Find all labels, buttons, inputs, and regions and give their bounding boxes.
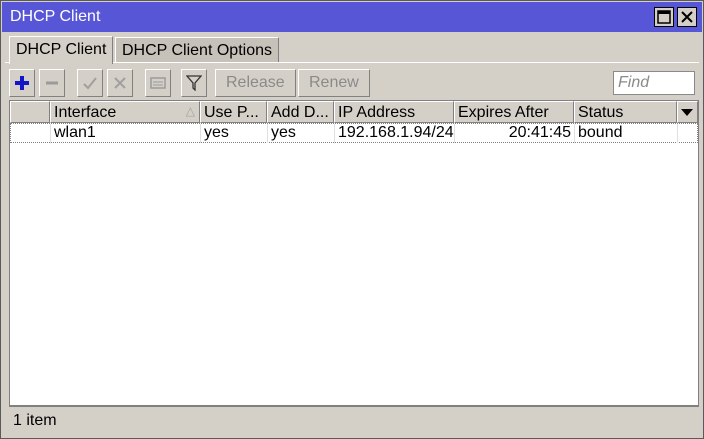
header-add-default[interactable]: Add D... bbox=[267, 101, 334, 123]
tab-dhcp-client-options[interactable]: DHCP Client Options bbox=[115, 37, 279, 63]
add-button[interactable] bbox=[9, 69, 35, 97]
dhcp-client-window: DHCP Client DHCP Client DHCP Client Opti… bbox=[0, 0, 704, 439]
maximize-icon bbox=[657, 10, 671, 24]
x-icon bbox=[114, 77, 126, 89]
table-row[interactable]: wlan1 yes yes 192.168.1.94/24 20:41:45 b… bbox=[10, 123, 698, 143]
dropdown-arrow-icon bbox=[681, 109, 693, 116]
find-input[interactable]: Find bbox=[613, 71, 695, 95]
filter-button[interactable] bbox=[181, 69, 207, 97]
sort-ascending-icon: △ bbox=[185, 104, 195, 118]
header-expires-after[interactable]: Expires After bbox=[454, 101, 574, 123]
header-flags[interactable] bbox=[10, 101, 50, 123]
comment-button[interactable] bbox=[145, 69, 171, 97]
column-menu-button[interactable] bbox=[677, 101, 698, 123]
tab-dhcp-client[interactable]: DHCP Client bbox=[9, 36, 114, 64]
window-title: DHCP Client bbox=[10, 8, 101, 25]
enable-button[interactable] bbox=[77, 69, 103, 97]
title-bar[interactable]: DHCP Client bbox=[2, 2, 702, 32]
header-use-peer[interactable]: Use P... bbox=[200, 101, 267, 123]
table-header: Interface △ Use P... Add D... IP Address… bbox=[10, 101, 698, 123]
row-flags bbox=[11, 124, 51, 143]
add-icon bbox=[15, 76, 29, 90]
cell-status: bound bbox=[575, 124, 678, 143]
close-icon bbox=[681, 11, 693, 23]
tab-panel: Release Renew Find Interface △ Use P... … bbox=[5, 62, 699, 434]
cell-use-peer: yes bbox=[201, 124, 268, 143]
status-bar: 1 item bbox=[9, 406, 699, 434]
checkmark-icon bbox=[83, 77, 97, 90]
dhcp-client-table: Interface △ Use P... Add D... IP Address… bbox=[9, 100, 699, 406]
toolbar: Release Renew Find bbox=[5, 63, 699, 99]
disable-button[interactable] bbox=[107, 69, 133, 97]
renew-button[interactable]: Renew bbox=[298, 69, 370, 97]
cell-interface: wlan1 bbox=[51, 124, 201, 143]
close-button[interactable] bbox=[677, 7, 697, 27]
header-ip-address[interactable]: IP Address bbox=[334, 101, 454, 123]
tab-bar: DHCP Client DHCP Client Options bbox=[1, 33, 703, 64]
filter-icon bbox=[186, 75, 202, 91]
cell-add-default: yes bbox=[268, 124, 335, 143]
remove-button[interactable] bbox=[39, 69, 65, 97]
release-button[interactable]: Release bbox=[215, 69, 296, 97]
maximize-button[interactable] bbox=[654, 7, 674, 27]
remove-icon bbox=[46, 81, 58, 85]
cell-expires-after: 20:41:45 bbox=[455, 124, 575, 143]
comment-icon bbox=[150, 77, 166, 89]
cell-ip-address: 192.168.1.94/24 bbox=[335, 124, 455, 143]
header-interface[interactable]: Interface △ bbox=[50, 101, 200, 123]
item-count: 1 item bbox=[13, 412, 57, 429]
header-status[interactable]: Status bbox=[574, 101, 677, 123]
